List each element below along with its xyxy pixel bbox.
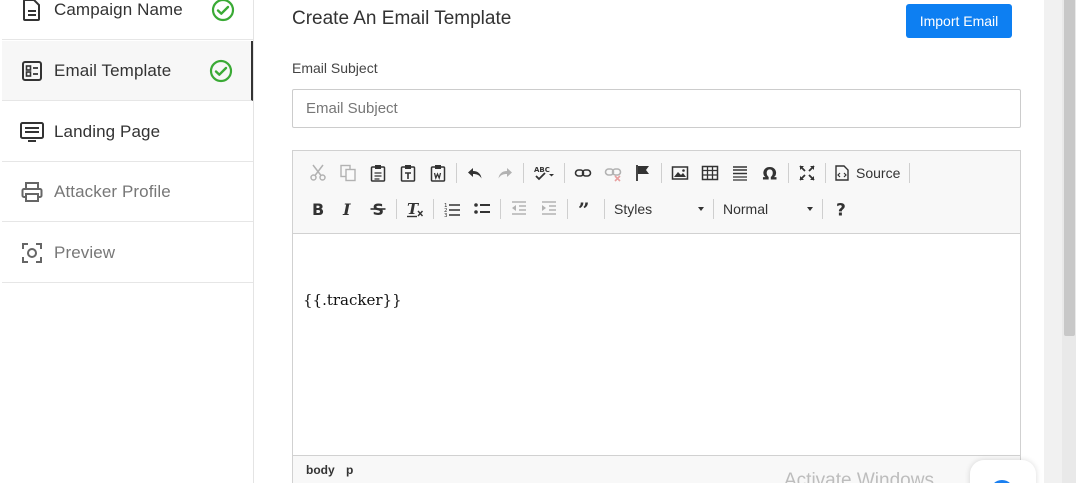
sidebar: Campaign Name Email Template Landing Pag…: [0, 0, 254, 483]
strikethrough-icon[interactable]: S: [363, 196, 393, 222]
undo-icon[interactable]: [460, 160, 490, 186]
svg-text:3: 3: [444, 213, 448, 218]
blockquote-icon[interactable]: ”: [571, 196, 601, 222]
template-icon: [20, 59, 44, 83]
toolbar-separator: [433, 199, 434, 219]
sidebar-item-label: Attacker Profile: [54, 181, 171, 201]
toolbar-separator: [396, 199, 397, 219]
chat-widget-button[interactable]: [970, 460, 1036, 483]
table-icon[interactable]: [695, 160, 725, 186]
sidebar-item-campaign-name[interactable]: Campaign Name: [2, 0, 253, 40]
toolbar-separator: [661, 163, 662, 183]
format-dropdown[interactable]: Normal: [717, 197, 819, 221]
source-document-icon: [835, 165, 849, 181]
special-char-omega-icon[interactable]: Ω: [755, 160, 785, 186]
unlink-icon[interactable]: [598, 160, 628, 186]
sidebar-item-label: Preview: [54, 242, 116, 262]
toolbar-separator: [822, 199, 823, 219]
numbered-list-icon[interactable]: 123: [437, 196, 467, 222]
bulleted-list-icon[interactable]: [467, 196, 497, 222]
svg-text:B: B: [312, 200, 324, 218]
spellcheck-icon[interactable]: ABC: [527, 160, 561, 186]
anchor-flag-icon[interactable]: [628, 160, 658, 186]
paste-icon[interactable]: [363, 160, 393, 186]
remove-format-icon[interactable]: T: [400, 196, 430, 222]
email-subject-label: Email Subject: [292, 60, 378, 76]
paste-word-icon[interactable]: [423, 160, 453, 186]
sidebar-item-landing-page[interactable]: Landing Page: [2, 102, 253, 162]
page-title: Create An Email Template: [292, 8, 512, 29]
toolbar-separator: [909, 163, 911, 183]
svg-text:”: ”: [578, 200, 590, 218]
sidebar-item-label: Campaign Name: [54, 0, 183, 19]
format-dropdown-label: Normal: [723, 201, 769, 217]
toolbar-separator: [456, 163, 457, 183]
toolbar-row-2: B I S T 123 ” Styles Normal ?: [303, 194, 856, 224]
printer-icon: [20, 180, 44, 204]
toolbar-separator: [713, 199, 714, 219]
svg-text:I: I: [342, 200, 351, 218]
chevron-down-icon: [807, 207, 813, 211]
link-icon[interactable]: [568, 160, 598, 186]
chevron-down-icon: [698, 207, 704, 211]
monitor-icon: [20, 120, 44, 144]
editor-toolbar: ABC Ω Source B I S T 1 2 3 ” Styles Norm…: [293, 151, 1020, 234]
redo-icon[interactable]: [490, 160, 520, 186]
activation-watermark: Activate Windows: [784, 470, 934, 483]
styles-dropdown[interactable]: Styles: [608, 197, 710, 221]
toolbar-separator: [567, 199, 568, 219]
toolbar-separator: [604, 199, 605, 219]
bold-icon[interactable]: B: [303, 196, 333, 222]
help-question-icon[interactable]: ?: [826, 196, 856, 222]
check-circle-icon: [211, 0, 235, 22]
image-icon[interactable]: [665, 160, 695, 186]
page-gutter: [1044, 0, 1062, 483]
indent-icon[interactable]: [534, 196, 564, 222]
maximize-icon[interactable]: [792, 160, 822, 186]
sidebar-item-label: Email Template: [54, 60, 172, 80]
styles-dropdown-label: Styles: [614, 201, 653, 217]
sidebar-item-email-template[interactable]: Email Template: [2, 41, 253, 101]
copy-icon[interactable]: [333, 160, 363, 186]
toolbar-row-1: ABC Ω Source: [303, 158, 913, 188]
toolbar-separator: [825, 163, 826, 183]
source-button[interactable]: Source: [829, 160, 906, 186]
email-subject-input[interactable]: [292, 89, 1021, 128]
outdent-icon[interactable]: [504, 196, 534, 222]
toolbar-separator: [523, 163, 524, 183]
svg-text:?: ?: [836, 201, 846, 219]
scrollbar-thumb[interactable]: [1064, 0, 1075, 336]
toolbar-separator: [500, 199, 501, 219]
path-element-body[interactable]: body: [306, 463, 335, 477]
import-email-button[interactable]: Import Email: [906, 4, 1012, 38]
source-button-label: Source: [856, 165, 901, 181]
sidebar-item-label: Landing Page: [54, 121, 161, 141]
svg-text:ABC: ABC: [534, 166, 550, 174]
editor-content-area[interactable]: {{.tracker}}: [293, 234, 1020, 455]
path-element-p[interactable]: p: [346, 463, 353, 477]
main-panel: Create An Email Template Import Email Em…: [254, 0, 1044, 483]
paste-text-icon[interactable]: [393, 160, 423, 186]
toolbar-separator: [788, 163, 789, 183]
cut-icon[interactable]: [303, 160, 333, 186]
document-icon: [20, 0, 44, 22]
toolbar-separator: [564, 163, 565, 183]
scan-icon: [20, 241, 44, 265]
horizontal-rule-icon[interactable]: [725, 160, 755, 186]
rich-text-editor: ABC Ω Source B I S T 1 2 3 ” Styles Norm…: [292, 150, 1021, 483]
svg-text:Ω: Ω: [763, 165, 777, 183]
editor-paragraph: {{.tracker}}: [303, 291, 402, 309]
italic-icon[interactable]: I: [333, 196, 363, 222]
sidebar-item-attacker-profile[interactable]: Attacker Profile: [2, 162, 253, 222]
sidebar-item-preview[interactable]: Preview: [2, 223, 253, 283]
check-circle-icon: [209, 59, 233, 83]
